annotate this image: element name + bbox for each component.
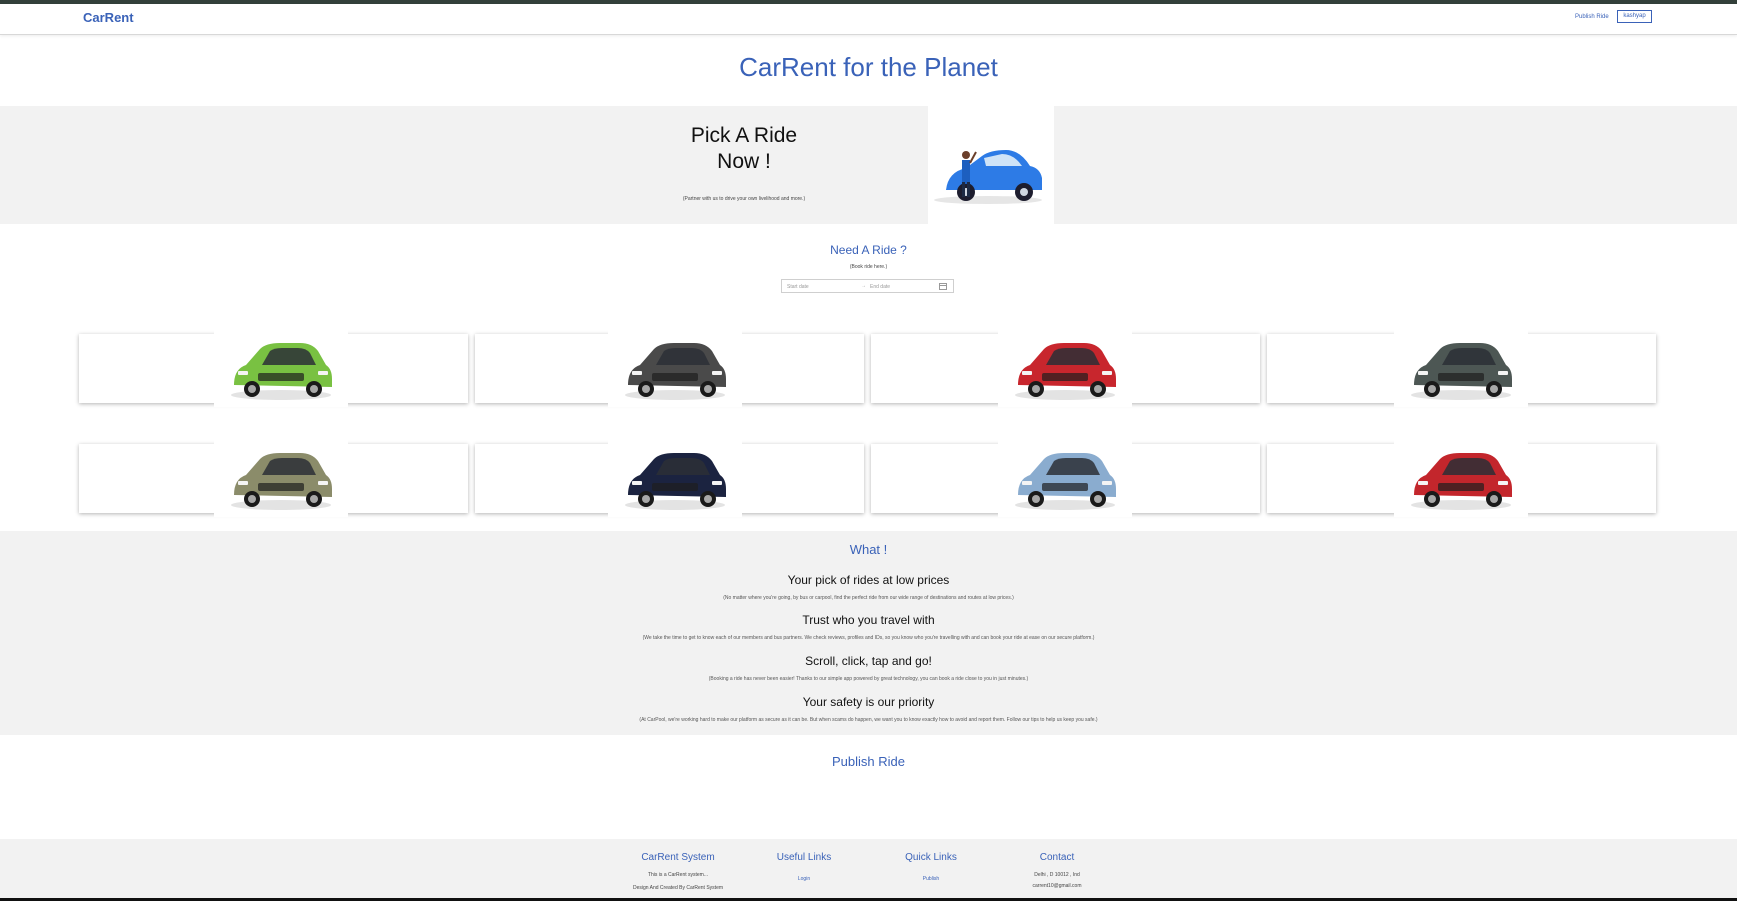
- car-image[interactable]: [1394, 323, 1528, 407]
- footer-system-title: CarRent System: [641, 852, 715, 863]
- footer: CarRent System This is a CarRent system.…: [0, 839, 1737, 901]
- car-image[interactable]: [214, 433, 348, 517]
- car-image[interactable]: [608, 433, 742, 517]
- what-title: What !: [849, 542, 888, 557]
- publish-ride-title: Publish Ride: [832, 754, 905, 769]
- footer-publish-link[interactable]: Publish: [871, 876, 991, 882]
- user-button[interactable]: kashyap: [1617, 10, 1652, 23]
- person-with-car-illustration: [934, 150, 1042, 204]
- footer-address: Delhi , D 10012 , Ind: [1034, 872, 1080, 878]
- feature-text: (We take the time to get to know each of…: [642, 635, 1095, 641]
- hero-title: Pick A Ride Now !: [644, 123, 844, 175]
- car-image[interactable]: [214, 323, 348, 407]
- feature-heading: Trust who you travel with: [802, 613, 935, 627]
- feature-heading: Your safety is our priority: [802, 695, 935, 709]
- car-image[interactable]: [998, 433, 1132, 517]
- footer-system-column: CarRent System This is a CarRent system.…: [618, 852, 738, 891]
- feature-heading: Your pick of rides at low prices: [787, 573, 950, 587]
- footer-credit-text: Design And Created By CarRent System: [632, 885, 724, 891]
- hero-title-line1: Pick A Ride: [690, 124, 798, 147]
- footer-useful-title: Useful Links: [776, 852, 832, 863]
- brand-logo[interactable]: CarRent: [83, 10, 134, 25]
- navbar: CarRent Publish Ride kashyap: [0, 4, 1737, 35]
- end-date-input[interactable]: End date: [870, 284, 890, 290]
- hero-illustration: [928, 106, 1054, 224]
- date-separator: →: [861, 283, 866, 289]
- start-date-input[interactable]: Start date: [787, 284, 809, 290]
- footer-useful-column: Useful Links Login: [744, 852, 864, 882]
- footer-quick-title: Quick Links: [905, 852, 957, 863]
- need-ride-subtitle: (Book ride here.): [849, 264, 888, 270]
- hero-title-line2: Now !: [717, 150, 771, 173]
- car-image[interactable]: [998, 323, 1132, 407]
- hero-section: Pick A Ride Now ! (Partner with us to dr…: [0, 106, 1737, 224]
- publish-ride-link[interactable]: Publish Ride: [1575, 14, 1609, 20]
- calendar-icon[interactable]: [939, 283, 947, 290]
- page-title: CarRent for the Planet: [739, 52, 998, 82]
- footer-contact-title: Contact: [1039, 852, 1075, 863]
- footer-login-link[interactable]: Login: [744, 876, 864, 882]
- feature-text: (At CarPool, we're working hard to make …: [639, 717, 1098, 723]
- hero-subtitle: (Partner with us to drive your own livel…: [682, 196, 806, 202]
- date-range-picker[interactable]: Start date → End date: [781, 279, 954, 293]
- footer-email: carrent10@gmail.com: [1032, 883, 1082, 889]
- footer-system-text: This is a CarRent system...: [647, 872, 708, 878]
- feature-text: (No matter where you're going, by bus or…: [723, 595, 1014, 601]
- car-image[interactable]: [1394, 433, 1528, 517]
- footer-contact-column: Contact Delhi , D 10012 , Ind carrent10@…: [997, 852, 1117, 889]
- feature-heading: Scroll, click, tap and go!: [805, 654, 932, 668]
- what-section: What ! Your pick of rides at low prices …: [0, 531, 1737, 735]
- footer-quick-column: Quick Links Publish: [871, 852, 991, 882]
- feature-text: (Booking a ride has never been easier! T…: [708, 676, 1029, 682]
- car-image[interactable]: [608, 323, 742, 407]
- need-ride-title: Need A Ride ?: [830, 243, 907, 257]
